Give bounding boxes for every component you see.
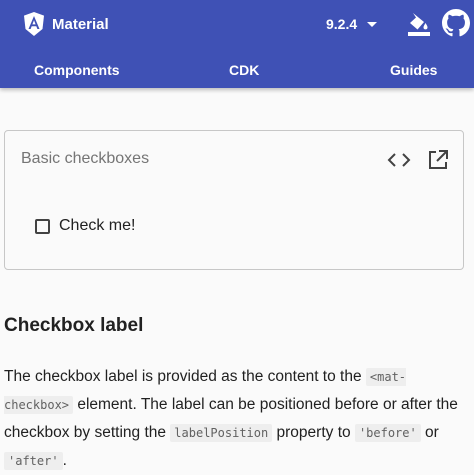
nav-components[interactable]: Components [34,56,120,84]
brand-link[interactable]: Material [24,10,109,38]
section-heading: Checkbox label [4,315,144,336]
version-selector[interactable]: 9.2.4 [326,13,378,35]
brand-name: Material [52,15,109,33]
top-toolbar: Material 9.2.4 Components CDK Guides [0,0,474,88]
paragraph-text: . [62,452,67,469]
example-viewer: Basic checkboxes Check me! [4,130,464,270]
code-icon[interactable] [385,147,413,173]
paragraph-text: or [420,424,439,441]
example-title: Basic checkboxes [21,150,150,167]
checkbox-label[interactable]: Check me! [59,217,135,235]
github-icon[interactable] [442,9,470,37]
description-paragraph: The checkbox label is provided as the co… [4,363,468,475]
nav-cdk[interactable]: CDK [229,56,259,84]
code-snippet: labelPosition [170,424,273,442]
nav-guides[interactable]: Guides [390,56,437,84]
code-snippet: 'after' [4,452,63,470]
open-in-new-icon[interactable] [424,146,452,174]
version-label: 9.2.4 [326,16,358,32]
paragraph-text: property to [272,424,355,441]
paragraph-text: The checkbox label is provided as the co… [4,368,366,385]
code-snippet: 'before' [354,424,421,442]
checkbox-box[interactable] [35,218,50,234]
caret-down-icon [367,21,378,27]
checkbox[interactable]: Check me! [35,217,135,235]
angular-logo-icon [24,12,44,36]
theme-picker-button[interactable] [405,10,433,38]
